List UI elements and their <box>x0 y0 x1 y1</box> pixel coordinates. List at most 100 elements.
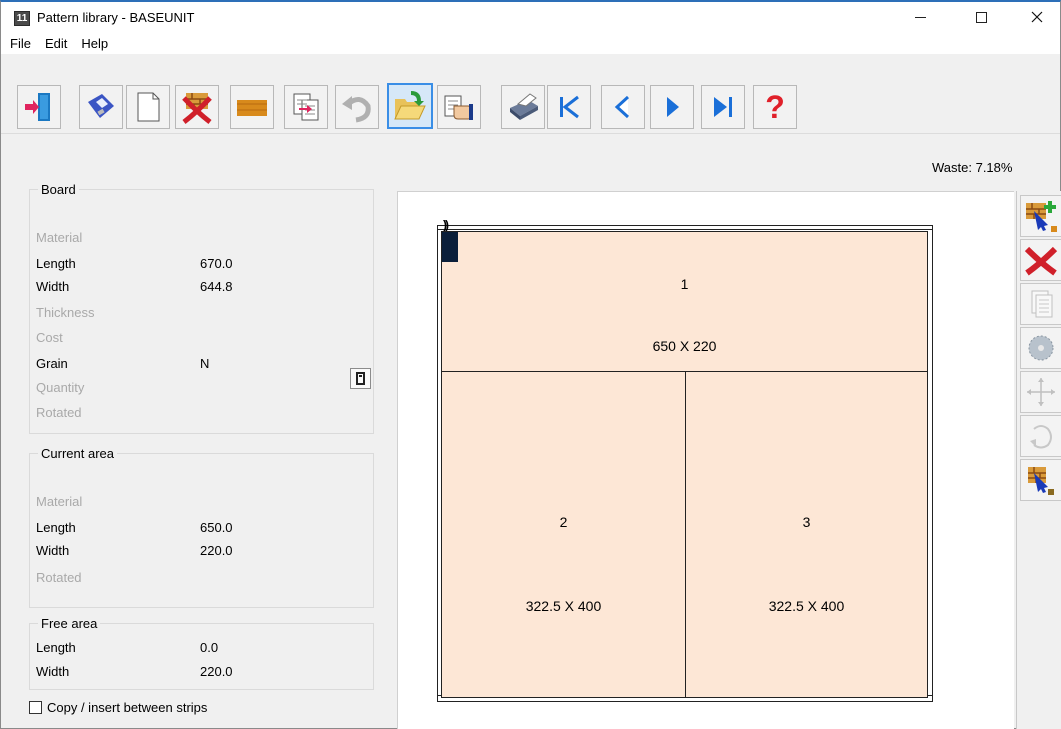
part-number: 1 <box>680 276 689 292</box>
current-area-title: Current area <box>38 446 117 461</box>
delete-pattern-button[interactable] <box>175 85 219 129</box>
previous-record-button[interactable] <box>601 85 645 129</box>
exit-icon <box>25 93 50 121</box>
add-part-button[interactable] <box>1020 195 1061 237</box>
free-length-value: 0.0 <box>200 640 219 655</box>
board-width-label: Width <box>36 279 70 294</box>
current-material-label: Material <box>36 494 83 509</box>
delete-part-button[interactable] <box>1020 239 1061 281</box>
board-grain-label: Grain <box>36 356 68 371</box>
select-part-button[interactable] <box>1020 459 1061 501</box>
free-width-label: Width <box>36 664 70 679</box>
menu-edit[interactable]: Edit <box>43 35 69 52</box>
first-record-icon <box>560 95 579 119</box>
board-length-label: Length <box>36 256 76 271</box>
part-dimensions: 650 X 220 <box>652 338 717 354</box>
copy-insert-checkbox[interactable] <box>29 701 42 714</box>
open-button[interactable] <box>387 83 433 129</box>
exit-button[interactable] <box>17 85 61 129</box>
last-record-button[interactable] <box>701 85 745 129</box>
menu-help[interactable]: Help <box>79 35 110 52</box>
move-button[interactable] <box>1020 371 1061 413</box>
print-button[interactable] <box>501 85 545 129</box>
title-bar: 11 Pattern library - BASEUNIT <box>1 2 1060 32</box>
saw-blade-icon <box>1028 335 1054 361</box>
open-folder-icon <box>394 91 426 120</box>
first-record-button[interactable] <box>547 85 591 129</box>
board-group-title: Board <box>38 182 79 197</box>
part-1[interactable]: 1 650 X 220 <box>441 231 928 372</box>
move-icon <box>1027 378 1055 406</box>
maximize-button[interactable] <box>958 2 1004 32</box>
help-icon: ? <box>765 90 785 124</box>
board-icon <box>237 100 267 116</box>
undo-icon <box>342 96 371 123</box>
next-record-button[interactable] <box>650 85 694 129</box>
next-record-icon <box>667 97 679 117</box>
board-rotate-button[interactable] <box>350 368 371 389</box>
current-width-value: 220.0 <box>200 543 233 558</box>
board-button[interactable] <box>230 85 274 129</box>
app-icon: 11 <box>14 11 30 26</box>
delete-pattern-icon <box>182 93 212 124</box>
current-length-label: Length <box>36 520 76 535</box>
copy-insert-label: Copy / insert between strips <box>47 700 208 715</box>
window-title: Pattern library - BASEUNIT <box>37 10 195 25</box>
free-width-value: 220.0 <box>200 664 233 679</box>
part-number: 2 <box>559 514 568 530</box>
current-length-value: 650.0 <box>200 520 233 535</box>
app-window: 11 Pattern library - BASEUNIT File Edit … <box>0 0 1061 729</box>
help-button[interactable]: ? <box>753 85 797 129</box>
board-drawing: )) 1 650 X 220 2 322.5 X 400 3 322.5 X 4… <box>437 218 933 702</box>
part-3[interactable]: 3 322.5 X 400 <box>685 371 928 698</box>
rotate-part-button[interactable] <box>1020 415 1061 457</box>
menu-bar: File Edit Help <box>1 32 1060 54</box>
current-width-label: Width <box>36 543 70 558</box>
saw-button[interactable] <box>1020 327 1061 369</box>
save-icon <box>88 94 114 118</box>
rotate-icon <box>1030 425 1052 449</box>
delete-part-icon <box>1024 246 1058 276</box>
part-dimensions: 322.5 X 400 <box>525 598 602 614</box>
board-rotated-label: Rotated <box>36 405 82 420</box>
free-length-label: Length <box>36 640 76 655</box>
board-grain-value: N <box>200 356 210 371</box>
close-button[interactable] <box>1014 2 1060 32</box>
board-material-label: Material <box>36 230 83 245</box>
print-icon <box>510 93 538 120</box>
waste-label: Waste: 7.18% <box>932 160 1013 175</box>
copy-insert-row[interactable]: Copy / insert between strips <box>29 700 207 715</box>
save-button[interactable] <box>79 85 123 129</box>
grain-marker: )) <box>443 218 449 232</box>
copy-part-icon <box>1031 290 1053 318</box>
new-button[interactable] <box>126 85 170 129</box>
pattern-canvas[interactable]: )) 1 650 X 220 2 322.5 X 400 3 322.5 X 4… <box>397 191 1014 729</box>
current-area-group: Current area Material Length 650.0 Width… <box>29 446 374 608</box>
part-dimensions: 322.5 X 400 <box>768 598 845 614</box>
svg-text:?: ? <box>765 90 785 124</box>
previous-record-icon <box>614 95 630 119</box>
select-part-icon <box>1028 467 1054 495</box>
current-rotated-label: Rotated <box>36 570 82 585</box>
board-cost-label: Cost <box>36 330 63 345</box>
board-length-value: 670.0 <box>200 256 233 271</box>
board-thickness-label: Thickness <box>36 305 95 320</box>
copy-pattern-icon <box>293 93 319 121</box>
minimize-icon <box>914 16 926 18</box>
board-group: Board Material Length 670.0 Width 644.8 … <box>29 182 374 434</box>
minimize-button[interactable] <box>897 2 943 32</box>
copy-part-button[interactable] <box>1020 283 1061 325</box>
select-button[interactable] <box>437 85 481 129</box>
add-part-icon <box>1026 201 1057 232</box>
new-page-icon <box>137 92 160 122</box>
board-rotate-icon <box>356 372 365 385</box>
undo-button[interactable] <box>335 85 379 129</box>
main-toolbar: ? <box>1 54 1060 134</box>
menu-file[interactable]: File <box>8 35 33 52</box>
last-record-icon <box>714 97 732 117</box>
part-2[interactable]: 2 322.5 X 400 <box>441 371 686 698</box>
free-area-title: Free area <box>38 616 101 631</box>
maximize-icon <box>975 11 987 23</box>
side-toolbar <box>1016 191 1061 729</box>
copy-pattern-button[interactable] <box>284 85 328 129</box>
